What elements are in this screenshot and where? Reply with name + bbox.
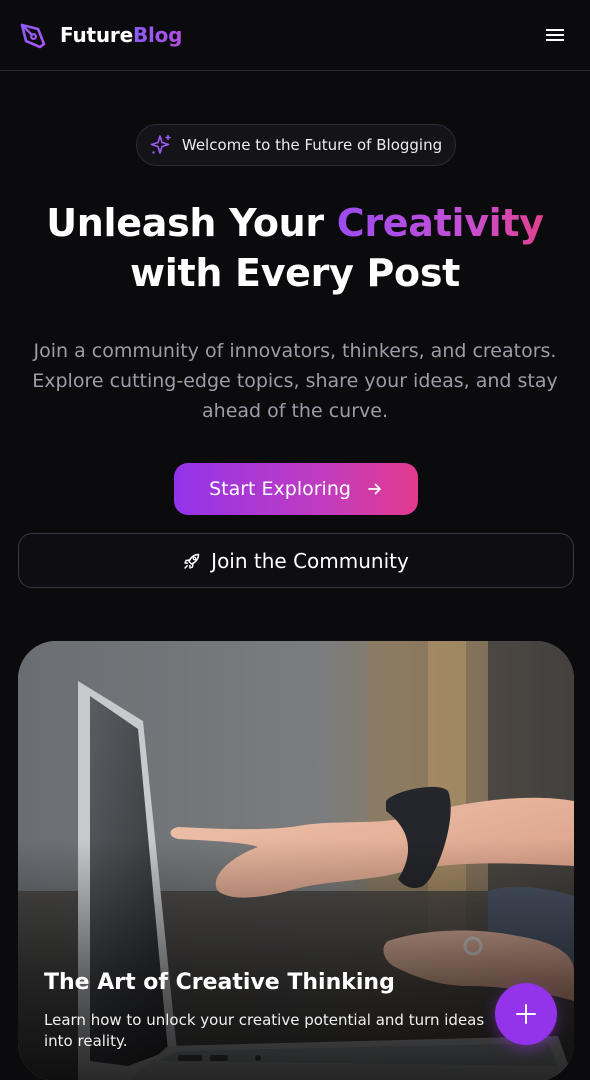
brand[interactable]: FutureBlog	[18, 20, 182, 50]
join-community-button[interactable]: Join the Community	[18, 533, 574, 588]
page: FutureBlog Welcome to the Future of Blog…	[0, 0, 590, 1080]
featured-post-title[interactable]: The Art of Creative Thinking	[44, 970, 544, 995]
brand-name: FutureBlog	[60, 23, 182, 47]
featured-post-card[interactable]: The Art of Creative Thinking Learn how t…	[18, 641, 574, 1080]
welcome-badge-text: Welcome to the Future of Blogging	[181, 136, 443, 154]
hero-title-part2: with Every Post	[129, 251, 461, 295]
hero-title-part1: Unleash Your	[46, 201, 337, 245]
pen-nib-icon	[20, 23, 46, 49]
top-navbar: FutureBlog	[0, 0, 590, 71]
hero-subtitle: Join a community of innovators, thinkers…	[32, 340, 558, 422]
plus-icon	[516, 1004, 536, 1024]
welcome-badge: Welcome to the Future of Blogging	[136, 124, 456, 166]
hero-title-accent: Creativity	[336, 201, 544, 245]
arrow-right-icon	[368, 483, 381, 495]
start-exploring-button[interactable]: Start Exploring	[174, 463, 418, 515]
brand-name-first: Future	[60, 23, 133, 47]
menu-button[interactable]	[542, 22, 568, 48]
featured-post-excerpt: Learn how to unlock your creative potent…	[44, 1011, 485, 1050]
rocket-icon	[184, 553, 200, 569]
join-community-label: Join the Community	[211, 548, 409, 573]
start-exploring-label: Start Exploring	[209, 478, 351, 500]
brand-name-second: Blog	[132, 23, 183, 47]
hero-title: Unleash Your Creativity with Every Post	[20, 198, 570, 298]
create-post-fab[interactable]	[495, 983, 557, 1045]
sparkles-icon	[150, 134, 171, 154]
hamburger-menu-icon	[546, 29, 564, 41]
